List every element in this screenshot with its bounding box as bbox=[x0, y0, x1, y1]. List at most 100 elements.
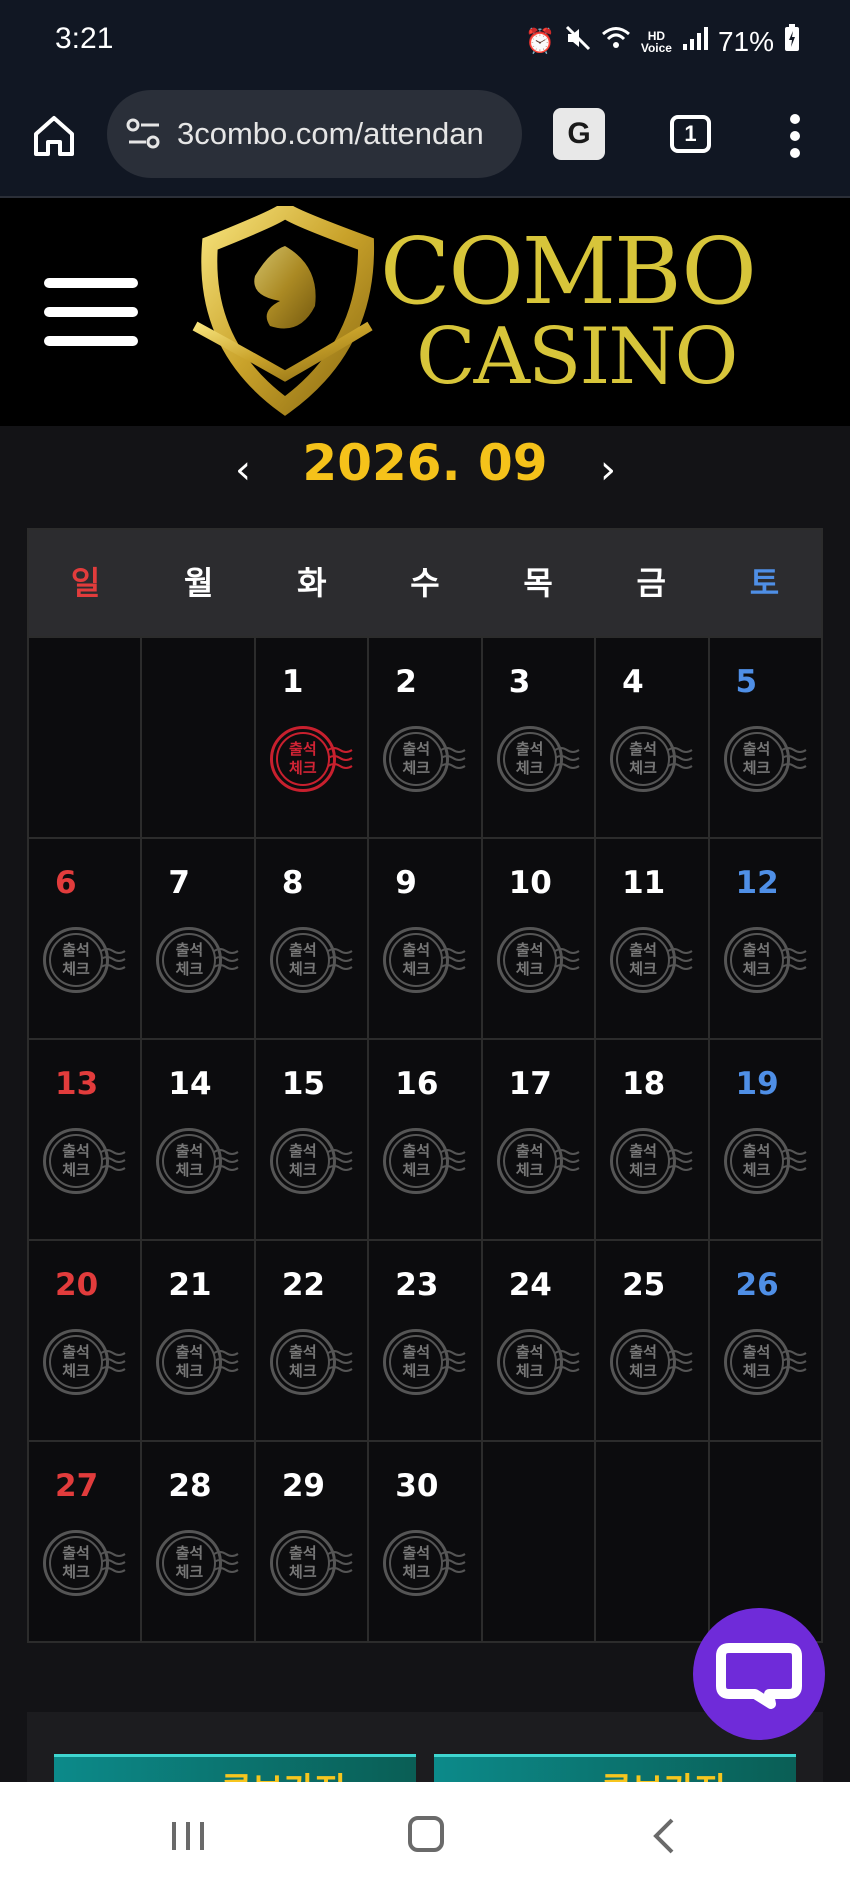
calendar-day-21[interactable]: 21 출석 체크 bbox=[140, 1241, 253, 1440]
stamp-text-line2: 체크 bbox=[289, 759, 317, 777]
weekday-sat: 토 bbox=[749, 564, 780, 602]
calendar-day-16[interactable]: 16 출석 체크 bbox=[367, 1040, 480, 1239]
battery-icon bbox=[784, 24, 800, 59]
calendar-day-25[interactable]: 25 출석 체크 bbox=[594, 1241, 707, 1440]
stamp-text-line1: 출석 bbox=[515, 941, 544, 959]
calendar-day-4[interactable]: 4 출석 체크 bbox=[594, 638, 707, 837]
day-number: 19 bbox=[735, 1066, 779, 1102]
more-options-icon[interactable] bbox=[790, 114, 802, 158]
stamp-text-line1: 출석 bbox=[742, 740, 771, 758]
stamp-text-line1: 출석 bbox=[515, 1343, 544, 1361]
calendar-empty-cell bbox=[480, 1442, 594, 1641]
system-navigation-bar bbox=[0, 1782, 850, 1889]
attendance-stamp-icon: 출석 체크 bbox=[43, 927, 126, 999]
calendar-day-11[interactable]: 11 출석 체크 bbox=[594, 839, 707, 1038]
stamp-text-line1: 출석 bbox=[629, 740, 657, 758]
calendar-week: 6 출석 체크 7 출석 체크 8 출석 체크 9 출석 체크 10 출석 체크 11 출석 체크 12 출석 체크 bbox=[29, 837, 821, 1038]
calendar-day-8[interactable]: 8 출석 체크 bbox=[253, 839, 367, 1038]
stamp-text-line1: 출석 bbox=[629, 1142, 657, 1160]
calendar-day-30[interactable]: 30 출석 체크 bbox=[367, 1442, 480, 1641]
day-number: 9 bbox=[395, 865, 417, 901]
recent-apps-icon[interactable] bbox=[170, 1820, 206, 1852]
stamp-text-line1: 출석 bbox=[402, 941, 431, 959]
system-home-icon[interactable] bbox=[408, 1816, 444, 1852]
calendar-day-6[interactable]: 6 출석 체크 bbox=[29, 839, 140, 1038]
logo-line-casino: CASINO bbox=[416, 312, 738, 402]
tab-switcher-button[interactable]: 1 bbox=[670, 115, 711, 153]
calendar-day-28[interactable]: 28 출석 체크 bbox=[140, 1442, 253, 1641]
wifi-icon bbox=[601, 25, 631, 58]
stamp-text-line2: 체크 bbox=[742, 960, 771, 978]
stamp-text-line1: 출석 bbox=[629, 941, 657, 959]
calendar-empty-cell bbox=[594, 1442, 707, 1641]
weekday-sun: 일 bbox=[70, 564, 101, 602]
next-month-button[interactable]: › bbox=[590, 450, 626, 490]
attendance-stamp-icon: 출석 체크 bbox=[43, 1128, 126, 1200]
promo-banner-right[interactable]: 콤보카지 bbox=[434, 1754, 796, 1784]
calendar-day-7[interactable]: 7 출석 체크 bbox=[140, 839, 253, 1038]
stamp-text-line1: 출석 bbox=[402, 1142, 431, 1160]
calendar-day-15[interactable]: 15 출석 체크 bbox=[253, 1040, 367, 1239]
calendar-day-27[interactable]: 27 출석 체크 bbox=[29, 1442, 140, 1641]
home-icon[interactable] bbox=[30, 112, 78, 160]
calendar-day-3[interactable]: 3 출석 체크 bbox=[480, 638, 594, 837]
calendar-day-18[interactable]: 18 출석 체크 bbox=[594, 1040, 707, 1239]
attendance-stamp-icon: 출석 체크 bbox=[496, 726, 580, 798]
stamp-text-line2: 체크 bbox=[515, 1362, 544, 1380]
chat-button[interactable] bbox=[693, 1608, 825, 1740]
site-settings-icon[interactable] bbox=[125, 116, 163, 152]
day-number: 8 bbox=[281, 865, 304, 901]
calendar-day-19[interactable]: 19 출석 체크 bbox=[707, 1040, 821, 1239]
address-bar[interactable]: 3combo.com/attendan bbox=[107, 90, 522, 178]
weekday-wed: 수 bbox=[410, 564, 440, 602]
calendar-day-9[interactable]: 9 출석 체크 bbox=[367, 839, 480, 1038]
hd-voice-icon: HD Voice bbox=[640, 28, 672, 55]
calendar-day-29[interactable]: 29 출석 체크 bbox=[253, 1442, 367, 1641]
alarm-icon: ⏰ bbox=[524, 28, 555, 55]
site-header: COMBO CASINO bbox=[0, 198, 850, 426]
calendar-day-17[interactable]: 17 출석 체크 bbox=[480, 1040, 594, 1239]
calendar-day-2[interactable]: 2 출석 체크 bbox=[367, 638, 480, 837]
stamp-text-line1: 출석 bbox=[175, 941, 204, 959]
attendance-stamp-icon: 출석 체크 bbox=[156, 927, 239, 999]
calendar-day-20[interactable]: 20 출석 체크 bbox=[29, 1241, 140, 1440]
calendar-day-1[interactable]: 1 출석 체크 bbox=[253, 638, 367, 837]
promo-banner-left[interactable]: 콤보카지 bbox=[54, 1754, 416, 1784]
stamp-text-line2: 체크 bbox=[629, 960, 657, 978]
battery-text: 71% bbox=[717, 25, 774, 57]
calendar-day-5[interactable]: 5 출석 체크 bbox=[707, 638, 821, 837]
back-icon[interactable] bbox=[648, 1816, 678, 1856]
weekday-mon: 월 bbox=[183, 564, 214, 602]
day-number: 20 bbox=[55, 1267, 99, 1303]
calendar-day-26[interactable]: 26 출석 체크 bbox=[707, 1241, 821, 1440]
calendar-day-22[interactable]: 22 출석 체크 bbox=[253, 1241, 367, 1440]
stamp-text-line2: 체크 bbox=[289, 960, 317, 978]
prev-month-button[interactable]: ‹ bbox=[225, 450, 261, 490]
calendar-day-10[interactable]: 10 출석 체크 bbox=[480, 839, 594, 1038]
hamburger-menu-icon[interactable] bbox=[44, 278, 138, 346]
attendance-stamp-icon: 출석 체크 bbox=[610, 1128, 693, 1200]
calendar-day-13[interactable]: 13 출석 체크 bbox=[29, 1040, 140, 1239]
attendance-stamp-icon: 출석 체크 bbox=[156, 1128, 239, 1200]
stamp-text-line2: 체크 bbox=[175, 960, 204, 978]
calendar-day-24[interactable]: 24 출석 체크 bbox=[480, 1241, 594, 1440]
stamp-text-line1: 출석 bbox=[62, 1142, 90, 1160]
stamp-text-line2: 체크 bbox=[515, 1161, 544, 1179]
attendance-stamp-icon: 출석 체크 bbox=[269, 1530, 353, 1602]
day-number: 13 bbox=[55, 1066, 99, 1102]
calendar-day-12[interactable]: 12 출석 체크 bbox=[707, 839, 821, 1038]
translate-icon[interactable]: G bbox=[553, 108, 605, 160]
calendar-day-14[interactable]: 14 출석 체크 bbox=[140, 1040, 253, 1239]
attendance-calendar: 일 월 화 수 목 금 토 1 출석 체크 2 출석 체크 3 출석 체크 4 출석 체크 5 출석 체크 6… bbox=[27, 528, 823, 1643]
stamp-text-line2: 체크 bbox=[62, 1362, 90, 1380]
stamp-text-line2: 체크 bbox=[175, 1563, 204, 1581]
calendar-day-23[interactable]: 23 출석 체크 bbox=[367, 1241, 480, 1440]
chat-bubble-icon bbox=[716, 1643, 802, 1709]
day-number: 17 bbox=[508, 1066, 552, 1102]
day-number: 18 bbox=[622, 1066, 666, 1102]
stamp-text-line2: 체크 bbox=[742, 1161, 771, 1179]
combo-casino-logo[interactable]: COMBO CASINO bbox=[190, 206, 757, 416]
stamp-text-line1: 출석 bbox=[289, 1142, 317, 1160]
stamp-text-line2: 체크 bbox=[629, 1362, 657, 1380]
weekday-header: 일 월 화 수 목 금 토 bbox=[29, 530, 821, 636]
